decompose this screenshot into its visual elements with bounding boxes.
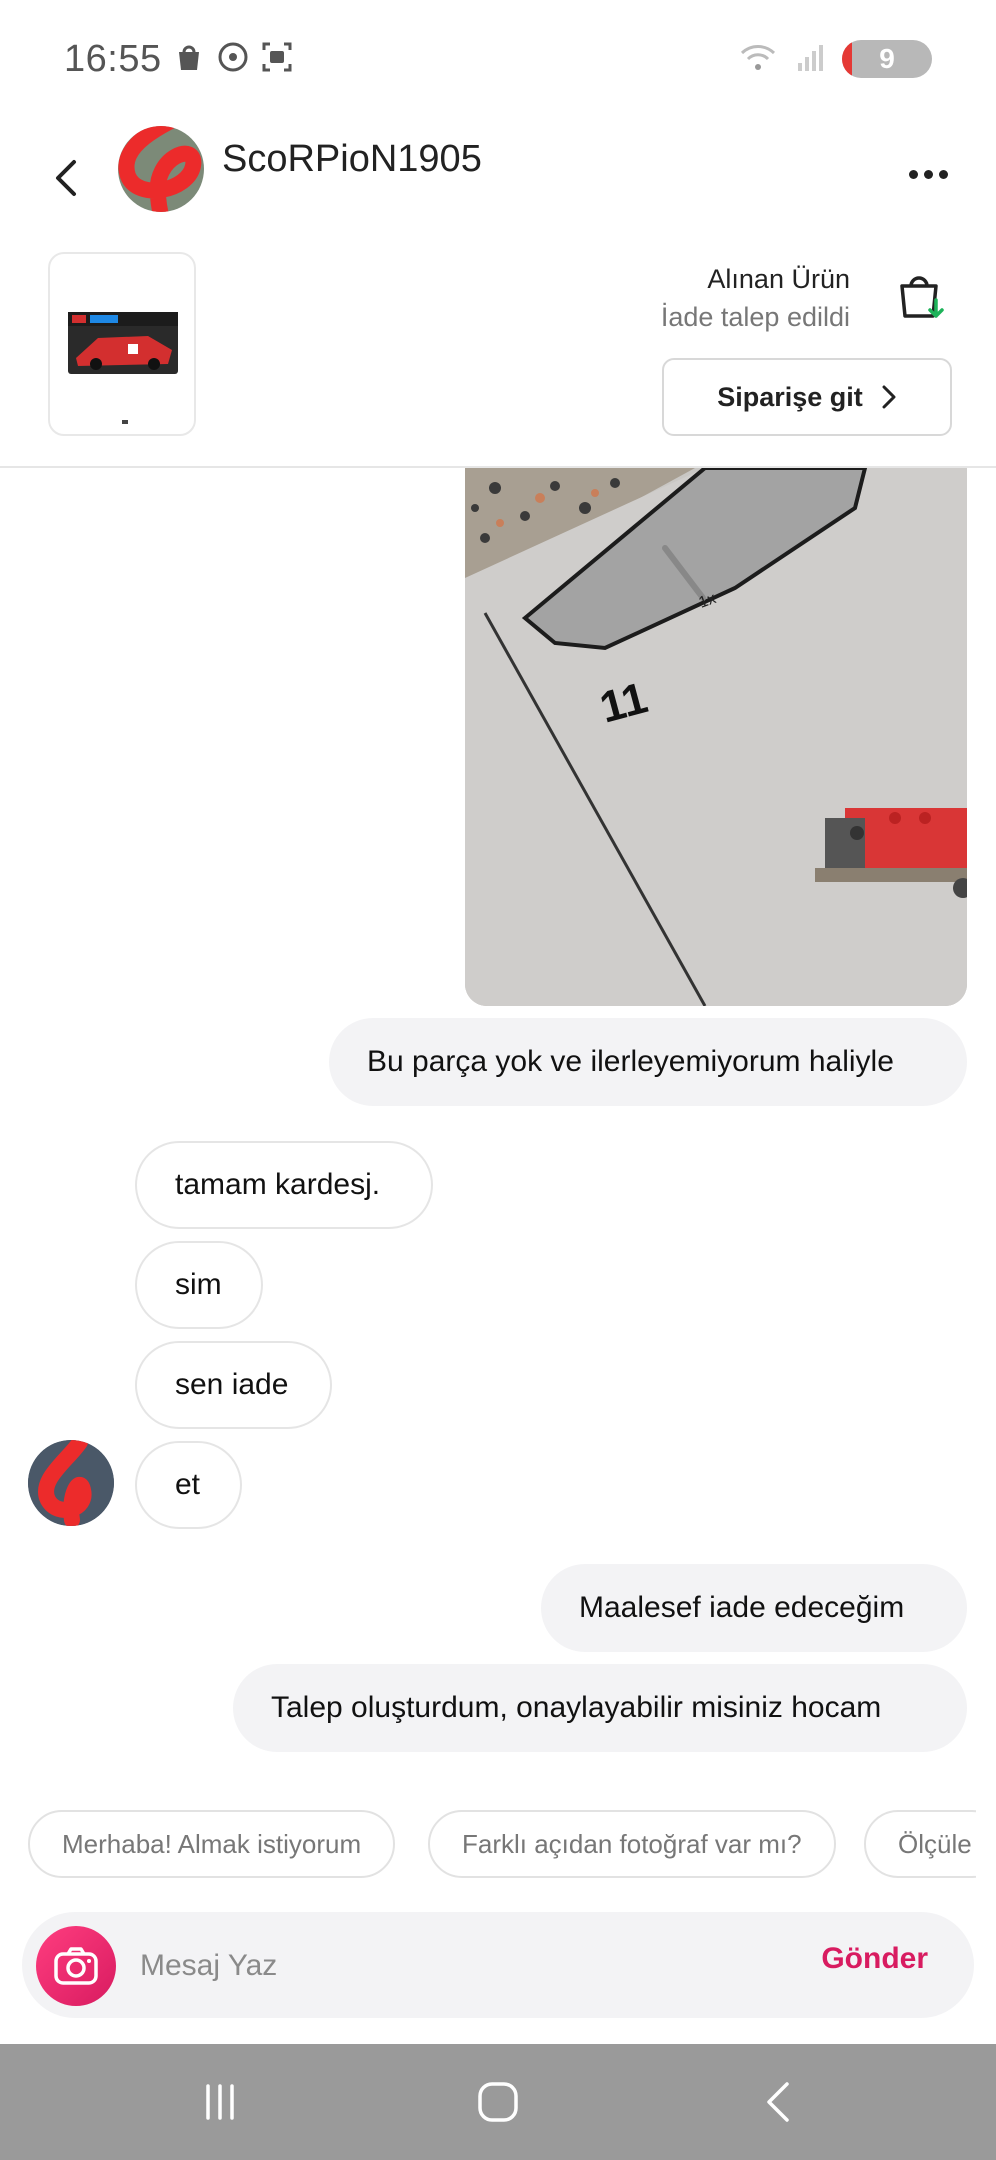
- seller-avatar-small: [28, 1440, 114, 1526]
- message-text: Talep oluşturdum, onaylayabilir misiniz …: [271, 1691, 882, 1724]
- battery-indicator: 9: [842, 40, 932, 78]
- send-button[interactable]: Gönder: [821, 1942, 928, 1976]
- notification-icons: [172, 40, 294, 74]
- message-text: Maalesef iade edeceğim: [579, 1591, 905, 1624]
- quick-reply-chip[interactable]: Merhaba! Almak istiyorum: [28, 1810, 396, 1878]
- quick-reply-chip[interactable]: Ölçüle: [864, 1810, 976, 1878]
- dot: [923, 169, 933, 179]
- outgoing-message: Maalesef iade edeceğim: [541, 1564, 967, 1652]
- seller-avatar[interactable]: [118, 126, 204, 212]
- recent-apps-button[interactable]: [190, 2074, 250, 2130]
- more-options-button[interactable]: [900, 146, 956, 202]
- chevron-right-icon: [882, 385, 896, 409]
- incoming-message: et: [135, 1441, 242, 1529]
- camera-icon: [54, 1947, 98, 1985]
- chip-label: Ölçüle: [898, 1828, 972, 1859]
- image-message[interactable]: 1x 11: [465, 468, 967, 1006]
- status-time: 16:55: [64, 38, 162, 80]
- sync-icon: [216, 40, 250, 74]
- seller-username[interactable]: ScoRPioN1905: [222, 138, 482, 181]
- message-text: et: [175, 1468, 201, 1501]
- camera-button[interactable]: [36, 1926, 116, 2006]
- quick-replies: Merhaba! Almak istiyorum Farklı açıdan f…: [28, 1810, 976, 1880]
- product-title: Alınan Ürün: [707, 264, 850, 294]
- dot: [938, 169, 948, 179]
- outgoing-message: Talep oluşturdum, onaylayabilir misiniz …: [233, 1664, 967, 1752]
- home-button[interactable]: [468, 2074, 528, 2130]
- system-back-button[interactable]: [748, 2074, 808, 2130]
- back-arrow-icon: [767, 2082, 789, 2122]
- chip-label: Merhaba! Almak istiyorum: [62, 1828, 362, 1859]
- product-thumbnail[interactable]: [48, 252, 196, 436]
- chat-header: ScoRPioN1905: [0, 118, 996, 238]
- chevron-left-icon: [56, 160, 76, 196]
- incoming-message: sen iade: [135, 1341, 332, 1429]
- message-text: sen iade: [175, 1368, 289, 1401]
- back-button[interactable]: [40, 138, 90, 218]
- dot: [908, 169, 918, 179]
- system-icons: 9: [738, 40, 932, 78]
- product-card: Alınan Ürün İade talep edildi Siparişe g…: [0, 238, 996, 468]
- battery-level: 9: [879, 43, 895, 74]
- quick-reply-chip[interactable]: Farklı açıdan fotoğraf var mı?: [428, 1810, 836, 1878]
- message-text: tamam kardesj.: [175, 1168, 381, 1201]
- shopping-bag-icon: [172, 40, 206, 74]
- instruction-photo: 1x 11: [465, 468, 967, 1006]
- home-icon: [478, 2082, 518, 2122]
- redaction-scribble: [118, 126, 202, 212]
- incoming-message: sim: [135, 1241, 263, 1329]
- message-composer: Gönder: [22, 1912, 974, 2018]
- chip-label: Farklı açıdan fotoğraf var mı?: [462, 1828, 802, 1859]
- go-to-order-button[interactable]: Siparişe git: [662, 358, 952, 436]
- return-status: İade talep edildi: [660, 302, 850, 332]
- message-input[interactable]: [140, 1940, 780, 1992]
- lego-box-image: [68, 312, 178, 374]
- system-nav-bar: [0, 2044, 996, 2160]
- screenshot-icon: [260, 40, 294, 74]
- thumbnail-dot: [122, 420, 128, 424]
- redaction-scribble: [28, 1440, 114, 1526]
- incoming-message: tamam kardesj.: [135, 1141, 433, 1229]
- outgoing-message: Bu parça yok ve ilerleyemiyorum haliyle: [329, 1018, 967, 1106]
- signal-icon: [794, 41, 826, 78]
- status-bar: 16:55 9: [0, 0, 996, 118]
- message-text: sim: [175, 1268, 222, 1301]
- go-to-order-label: Siparişe git: [717, 381, 863, 412]
- message-text: Bu parça yok ve ilerleyemiyorum haliyle: [367, 1045, 894, 1078]
- recent-apps-icon: [206, 2084, 234, 2120]
- wifi-icon: [738, 41, 778, 78]
- shopping-bag-download-icon: [894, 268, 948, 324]
